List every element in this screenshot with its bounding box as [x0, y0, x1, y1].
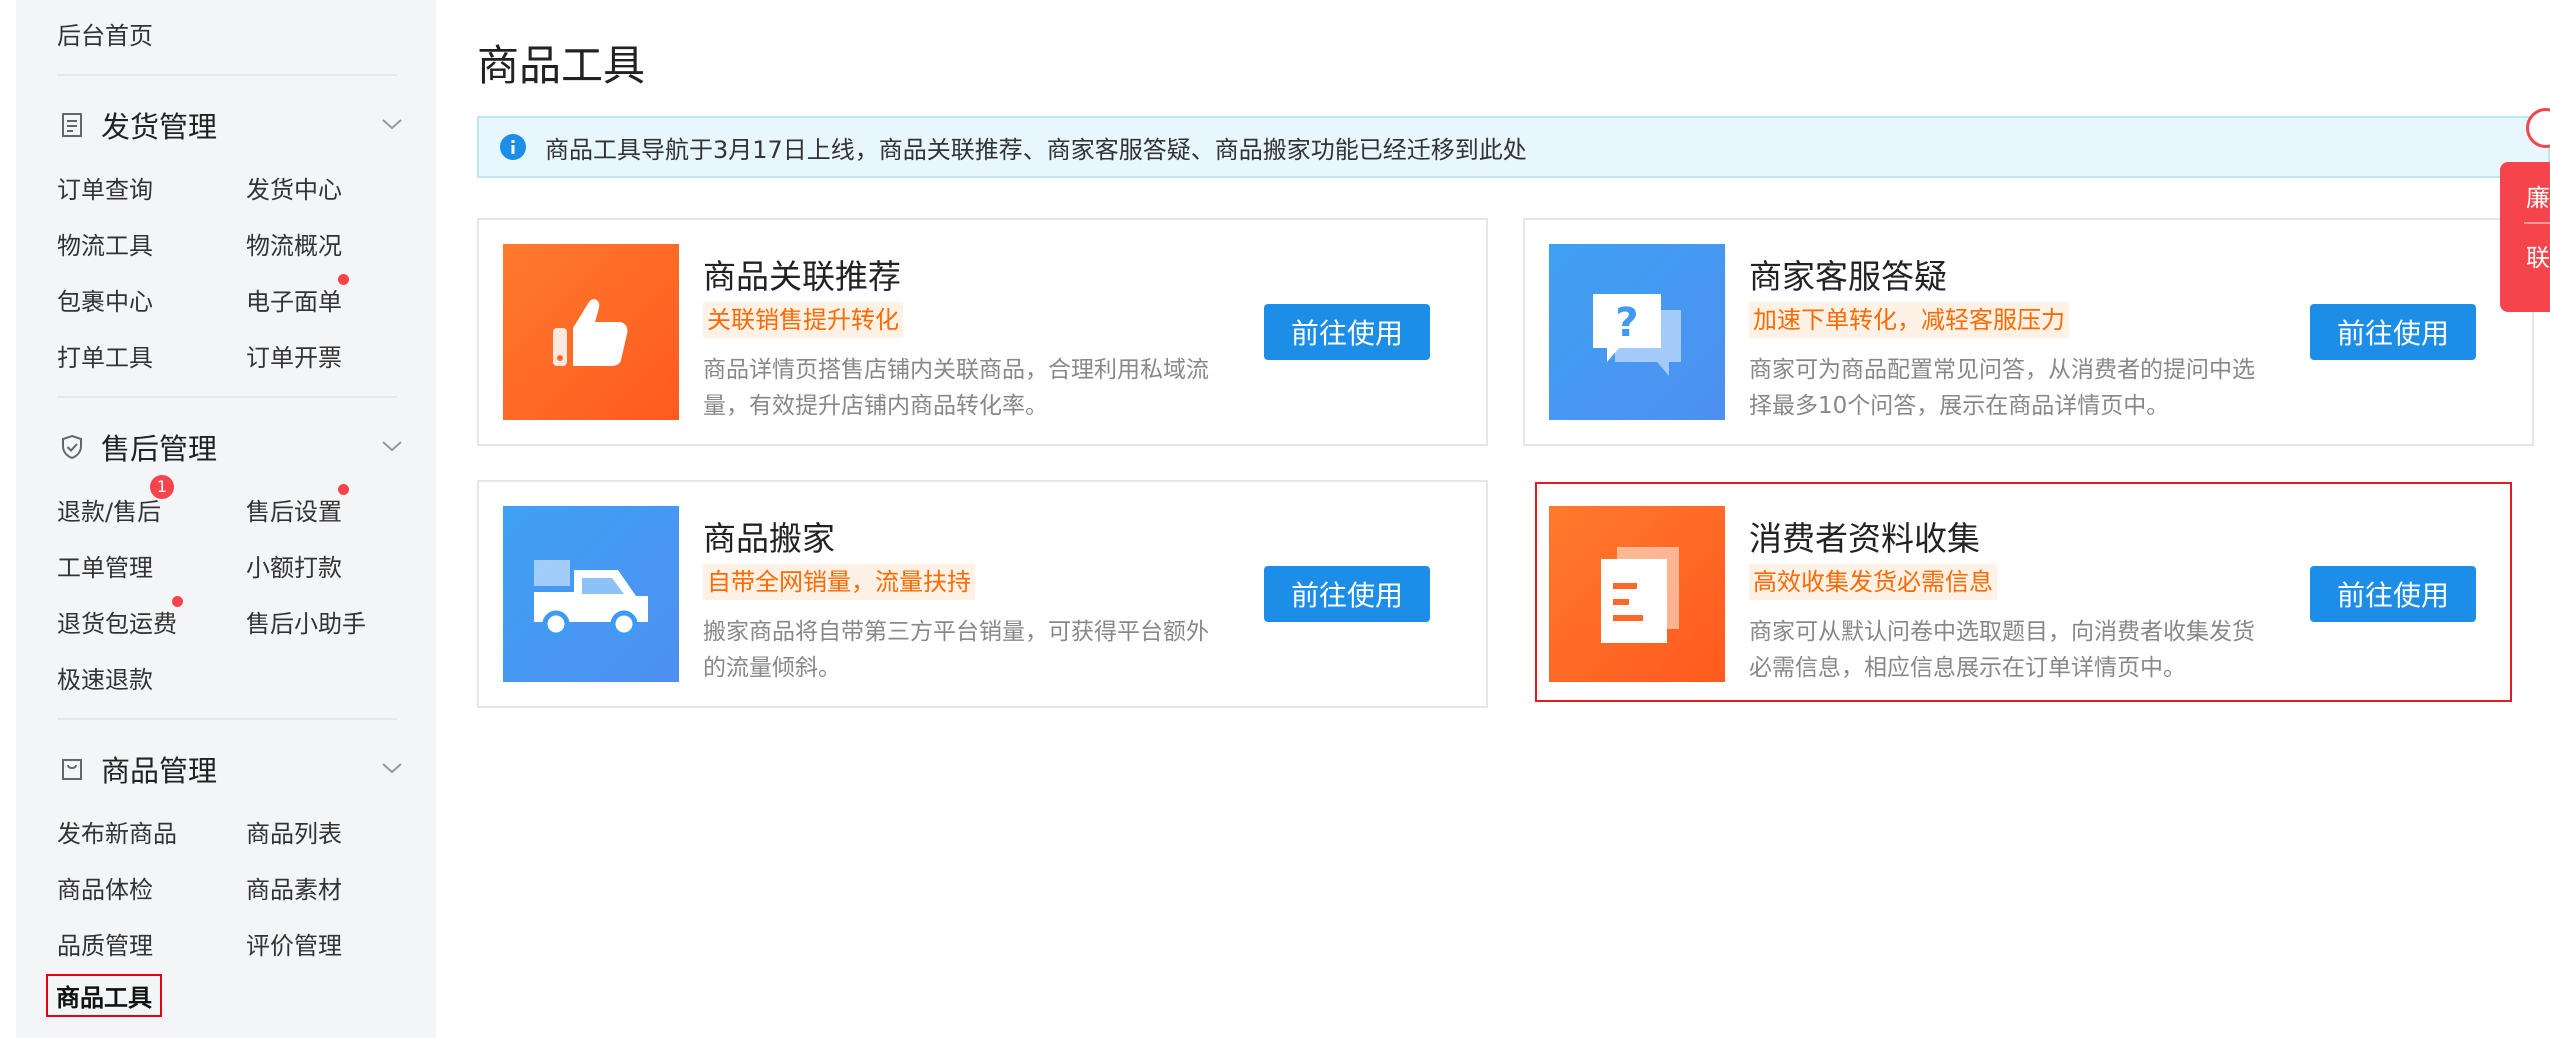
badge-count: 1 [150, 475, 174, 499]
card-title: 商品关联推荐 [703, 257, 901, 296]
card-thumbnail [503, 506, 679, 682]
sidebar-item-review-management[interactable]: 评价管理 [246, 926, 342, 961]
card-description: 搬家商品将自带第三方平台销量，可获得平台额外的流量倾斜。 [703, 619, 1209, 681]
chevron-down-icon[interactable] [380, 434, 404, 458]
truck-icon [534, 560, 648, 638]
sidebar-item-order-query[interactable]: 订单查询 [57, 170, 153, 205]
notification-dot [338, 484, 349, 495]
sidebar-item-refund-aftersales[interactable]: 退款/售后 [57, 492, 161, 527]
sidebar-item-product-materials[interactable]: 商品素材 [246, 870, 342, 905]
sidebar-divider [57, 396, 397, 398]
card-title: 消费者资料收集 [1749, 519, 1980, 558]
tool-card-product-migration: 商品搬家 自带全网销量，流量扶持 搬家商品将自带第三方平台销量，可获得平台额外的… [477, 480, 1488, 708]
tool-card-related-recommend: 商品关联推荐 关联销售提升转化 商品详情页搭售店铺内关联商品，合理利用私域流量，… [477, 218, 1488, 446]
section-title-label: 售后管理 [101, 432, 218, 466]
section-product-title[interactable]: 商品管理 [57, 748, 217, 790]
page-title: 商品工具 [477, 41, 646, 90]
sidebar-item-product-list[interactable]: 商品列表 [246, 814, 342, 849]
tool-card-consumer-info: 消费者资料收集 高效收集发货必需信息 商家可从默认问卷中选取题目，向消费者收集发… [1535, 482, 2512, 702]
go-use-button[interactable]: 前往使用 [2310, 304, 2476, 360]
card-description: 商家可为商品配置常见问答，从消费者的提问中选择最多10个问答，展示在商品详情页中… [1749, 357, 2255, 419]
chevron-down-icon[interactable] [380, 112, 404, 136]
sidebar-item-product-check[interactable]: 商品体检 [57, 870, 153, 905]
sidebar-item-quality-management[interactable]: 品质管理 [57, 926, 153, 961]
thumbs-up-icon [553, 299, 628, 366]
sidebar-item-print-tools[interactable]: 打单工具 [57, 338, 153, 373]
shield-check-icon [57, 432, 87, 462]
sidebar-item-e-waybill[interactable]: 电子面单 [246, 282, 342, 317]
card-tag: 自带全网销量，流量扶持 [703, 564, 975, 600]
sidebar-item-publish-product[interactable]: 发布新商品 [57, 814, 177, 849]
card-tag: 加速下单转化，减轻客服压力 [1749, 302, 2069, 338]
go-use-button[interactable]: 前往使用 [1264, 304, 1430, 360]
sidebar-item-return-shipping[interactable]: 退货包运费 [57, 604, 177, 639]
sidebar-item-logistics-overview[interactable]: 物流概况 [246, 226, 342, 261]
go-use-button[interactable]: 前往使用 [2310, 566, 2476, 622]
float-widget-divider [2524, 222, 2550, 224]
sidebar-item-logistics-tools[interactable]: 物流工具 [57, 226, 153, 261]
notice-banner: 商品工具导航于3月17日上线，商品关联推荐、商家客服答疑、商品搬家功能已经迁移到… [477, 116, 2550, 178]
sidebar-item-shipping-center[interactable]: 发货中心 [246, 170, 342, 205]
sidebar-item-order-invoice[interactable]: 订单开票 [246, 338, 342, 373]
card-thumbnail [503, 244, 679, 420]
notice-text: 商品工具导航于3月17日上线，商品关联推荐、商家客服答疑、商品搬家功能已经迁移到… [545, 135, 1527, 164]
bag-icon [57, 754, 87, 784]
card-tag: 关联销售提升转化 [703, 302, 903, 338]
float-widget-label-1: 廉 [2526, 184, 2550, 212]
tool-card-customer-qa: ? 商家客服答疑 加速下单转化，减轻客服压力 商家可为商品配置常见问答，从消费者… [1523, 218, 2534, 446]
sidebar-divider [57, 718, 397, 720]
svg-text:?: ? [1615, 300, 1638, 346]
section-shipping-title[interactable]: 发货管理 [57, 104, 217, 146]
float-widget-label-2: 联 [2526, 244, 2550, 272]
document-icon [1601, 547, 1679, 643]
sidebar-item-small-payment[interactable]: 小额打款 [246, 548, 342, 583]
card-description: 商家可从默认问卷中选取题目，向消费者收集发货必需信息，相应信息展示在订单详情页中… [1749, 619, 2255, 681]
chevron-down-icon[interactable] [380, 756, 404, 780]
sidebar-item-package-center[interactable]: 包裹中心 [57, 282, 153, 317]
card-thumbnail [1549, 506, 1725, 682]
sidebar-item-quick-refund[interactable]: 极速退款 [57, 660, 153, 695]
go-use-button[interactable]: 前往使用 [1264, 566, 1430, 622]
section-aftersales-title[interactable]: 售后管理 [57, 426, 217, 468]
sidebar-item-home[interactable]: 后台首页 [57, 16, 153, 51]
section-title-label: 商品管理 [101, 754, 218, 788]
question-chat-icon: ? [1593, 294, 1681, 376]
document-icon [57, 110, 87, 140]
sidebar-item-product-tools[interactable]: 商品工具 [46, 974, 162, 1017]
card-title: 商家客服答疑 [1749, 257, 1947, 296]
notification-dot [338, 274, 349, 285]
sidebar-item-work-orders[interactable]: 工单管理 [57, 548, 153, 583]
sidebar-divider [57, 74, 397, 76]
card-title: 商品搬家 [703, 519, 835, 558]
float-widget[interactable]: 廉 联 [2500, 162, 2550, 312]
card-description: 商品详情页搭售店铺内关联商品，合理利用私域流量，有效提升店铺内商品转化率。 [703, 357, 1209, 419]
sidebar: 后台首页 发货管理 订单查询 发货中心 物流工具 物流概况 包裹中心 电子面单 … [16, 0, 436, 1038]
section-title-label: 发货管理 [101, 110, 218, 144]
notification-dot [172, 596, 183, 607]
sidebar-item-aftersales-assistant[interactable]: 售后小助手 [246, 604, 366, 639]
info-icon [500, 134, 526, 160]
sidebar-item-aftersales-settings[interactable]: 售后设置 [246, 492, 342, 527]
card-tag: 高效收集发货必需信息 [1749, 564, 1997, 600]
card-thumbnail: ? [1549, 244, 1725, 420]
